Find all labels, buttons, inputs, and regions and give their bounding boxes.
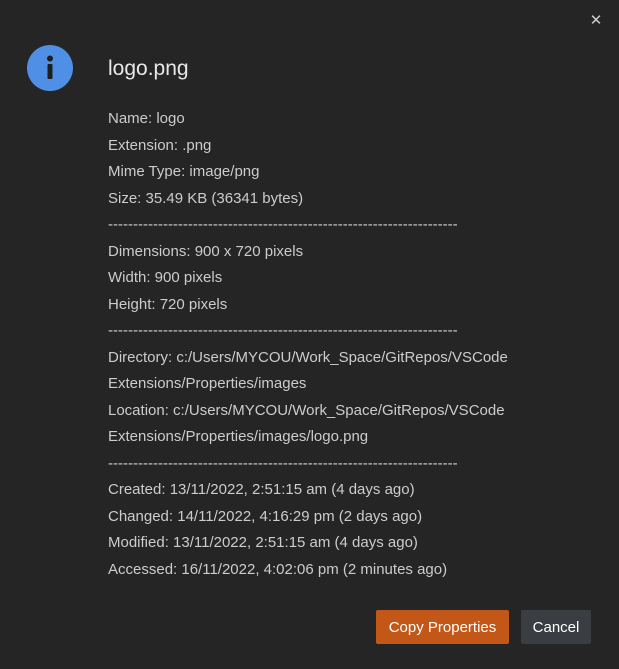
info-icon	[27, 45, 73, 91]
property-line: Changed: 14/11/2022, 4:16:29 pm (2 days …	[108, 507, 423, 525]
close-icon: ✕	[589, 10, 603, 29]
property-line: Extensions/Properties/images	[108, 375, 307, 392]
properties-details: Name: logo Extension: .png Mime Type: imag…	[108, 106, 578, 583]
property-line: Mime Type: image/png	[108, 163, 260, 180]
cancel-button[interactable]: Cancel	[521, 610, 591, 644]
copy-properties-button[interactable]: Copy Properties	[376, 610, 509, 644]
property-line: Width: 900 pixels	[108, 269, 223, 286]
separator-line: ----------------------------------------…	[108, 322, 458, 339]
property-line: Accessed: 16/11/2022, 4:02:06 pm (2 minu…	[108, 560, 448, 578]
dialog-title: logo.png	[108, 57, 189, 80]
property-line: Created: 13/11/2022, 2:51:15 am (4 days …	[108, 481, 415, 498]
property-line: Directory: c:/Users/MYCOU/Work_Space/Git…	[108, 348, 508, 366]
separator-line: ----------------------------------------…	[108, 454, 458, 472]
dialog-buttons: Copy Properties Cancel	[0, 610, 619, 644]
property-line: Size: 35.49 KB (36341 bytes)	[108, 189, 304, 207]
property-line: Height: 720 pixels	[108, 295, 228, 313]
property-line: Extension: .png	[108, 136, 212, 154]
close-button[interactable]: ✕	[586, 10, 606, 30]
property-line: Extensions/Properties/images/logo.png	[108, 428, 369, 445]
property-line: Name: logo	[108, 110, 185, 127]
property-line: Dimensions: 900 x 720 pixels	[108, 242, 304, 260]
property-line: Modified: 13/11/2022, 2:51:15 am (4 days…	[108, 534, 418, 551]
property-line: Location: c:/Users/MYCOU/Work_Space/GitR…	[108, 401, 505, 419]
separator-line: ----------------------------------------…	[108, 216, 458, 233]
properties-dialog: ✕ logo.png Name: logo Extension: .png Mime…	[0, 0, 619, 669]
